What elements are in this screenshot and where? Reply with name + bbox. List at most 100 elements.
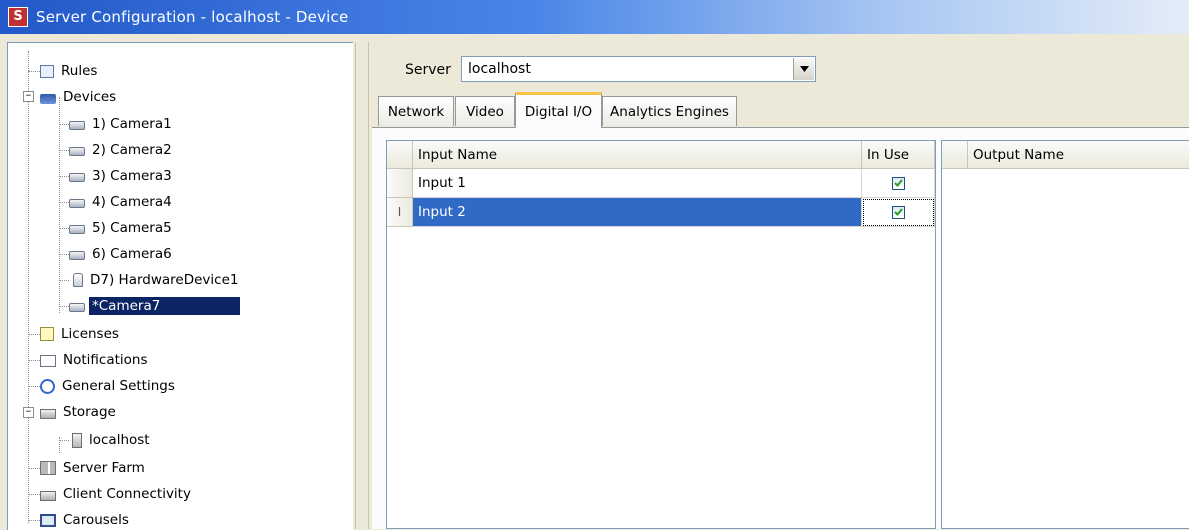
tree-item-storage[interactable]: Storage xyxy=(40,400,119,424)
input-table[interactable]: Input Name In Use Input 1 I Input 2 xyxy=(386,140,936,529)
tree-connector-line xyxy=(59,150,69,151)
tree-connector-line xyxy=(28,520,40,521)
tree-connector-line xyxy=(59,228,69,229)
camera-icon xyxy=(69,225,85,234)
column-header-input-name[interactable]: Input Name xyxy=(413,141,862,169)
tree-item-label: Notifications xyxy=(63,352,148,368)
tree-connector-line xyxy=(59,280,69,281)
column-header-output-name[interactable]: Output Name xyxy=(968,141,1189,169)
tree-item-label: Rules xyxy=(61,63,98,79)
notifications-icon xyxy=(40,355,56,367)
tree-item-rules[interactable]: Rules xyxy=(40,59,100,83)
server-select[interactable]: localhost xyxy=(461,56,816,82)
tree-connector-line xyxy=(59,124,69,125)
tree-connector-line xyxy=(28,468,40,469)
storage-icon xyxy=(40,408,56,419)
server-label: Server xyxy=(405,62,451,78)
tree-connector-line xyxy=(28,51,29,523)
tree-item-label: 5) Camera5 xyxy=(92,220,172,236)
window-title: Server Configuration - localhost - Devic… xyxy=(36,8,349,26)
tree-item-camera7[interactable]: *Camera7 xyxy=(69,294,241,318)
tree-item-camera6[interactable]: 6) Camera6 xyxy=(69,242,175,266)
tree-connector-line xyxy=(28,360,40,361)
tree-connector-line xyxy=(59,440,69,441)
tab-network[interactable]: Network xyxy=(378,96,454,126)
tree-connector-line xyxy=(59,176,69,177)
tree-item-camera2[interactable]: 2) Camera2 xyxy=(69,138,175,162)
in-use-checkbox[interactable] xyxy=(891,176,905,190)
camera-icon xyxy=(69,303,85,312)
tree-item-label: 4) Camera4 xyxy=(92,194,172,210)
tree-item-server-farm[interactable]: Server Farm xyxy=(40,456,148,480)
tree-item-notifications[interactable]: Notifications xyxy=(40,348,151,372)
row-header[interactable]: I xyxy=(387,198,413,227)
tree-item-label: Storage xyxy=(63,404,116,420)
storage-collapse-toggle[interactable]: − xyxy=(23,407,34,418)
tree-item-hardware-device1[interactable]: D7) HardwareDevice1 xyxy=(69,268,241,292)
tree-connector-line xyxy=(28,71,40,72)
tree-item-camera1[interactable]: 1) Camera1 xyxy=(69,112,175,136)
tab-analytics-engines[interactable]: Analytics Engines xyxy=(602,96,737,126)
licenses-icon xyxy=(40,327,54,341)
in-use-cell[interactable] xyxy=(862,169,935,198)
devices-collapse-toggle[interactable]: − xyxy=(23,91,34,102)
tree-item-general-settings[interactable]: General Settings xyxy=(40,374,178,398)
tree-item-devices[interactable]: Devices xyxy=(40,85,119,109)
title-bar[interactable]: S Server Configuration - localhost - Dev… xyxy=(0,0,1189,34)
camera-icon xyxy=(69,199,85,208)
panel-splitter[interactable] xyxy=(355,42,369,529)
tree-item-label: Licenses xyxy=(61,326,119,342)
tree-item-label: D7) HardwareDevice1 xyxy=(90,272,239,288)
tree-item-label: 2) Camera2 xyxy=(92,142,172,158)
output-table[interactable]: Output Name xyxy=(941,140,1189,529)
general-settings-icon xyxy=(40,378,55,394)
tree-connector-line xyxy=(59,306,69,307)
tree-item-label: General Settings xyxy=(62,378,175,394)
tree-item-label: 6) Camera6 xyxy=(92,246,172,262)
camera-icon xyxy=(69,147,85,156)
client-connectivity-icon xyxy=(40,490,56,501)
tree-item-label: Devices xyxy=(63,89,117,105)
tree-item-label: 1) Camera1 xyxy=(92,116,172,132)
chevron-down-icon[interactable] xyxy=(793,58,814,80)
table-corner-header xyxy=(387,141,413,169)
in-use-cell[interactable] xyxy=(862,198,935,227)
server-select-value: localhost xyxy=(468,61,531,77)
camera-icon xyxy=(69,121,85,130)
tree-item-camera4[interactable]: 4) Camera4 xyxy=(69,190,175,214)
tree-item-licenses[interactable]: Licenses xyxy=(40,322,122,346)
tree-item-storage-localhost[interactable]: localhost xyxy=(69,428,153,452)
navigation-tree[interactable]: − − Rules Devices 1) Camera1 2) Camera2 … xyxy=(7,42,353,530)
tree-item-client-connectivity[interactable]: Client Connectivity xyxy=(40,482,194,506)
camera-icon xyxy=(69,251,85,260)
tree-connector-line xyxy=(28,334,40,335)
tree-connector-line xyxy=(59,254,69,255)
tab-video[interactable]: Video xyxy=(455,96,515,126)
camera-icon xyxy=(69,173,85,182)
tree-item-label: *Camera7 xyxy=(89,297,241,315)
tab-digital-io[interactable]: Digital I/O xyxy=(515,92,602,128)
tree-item-camera5[interactable]: 5) Camera5 xyxy=(69,216,175,240)
tree-connector-line xyxy=(59,202,69,203)
hardware-device-icon xyxy=(73,273,83,287)
tree-item-label: 3) Camera3 xyxy=(92,168,172,184)
app-logo-icon: S xyxy=(8,7,28,27)
tree-item-camera3[interactable]: 3) Camera3 xyxy=(69,164,175,188)
tree-item-carousels[interactable]: Carousels xyxy=(40,508,132,530)
rules-icon xyxy=(40,64,54,78)
server-farm-icon xyxy=(40,461,56,475)
row-header[interactable] xyxy=(387,169,413,198)
input-name-cell[interactable]: Input 1 xyxy=(413,169,862,198)
tree-connector-line xyxy=(28,494,40,495)
table-corner-header xyxy=(942,141,968,169)
column-header-in-use[interactable]: In Use xyxy=(862,141,935,169)
input-name-cell[interactable]: Input 2 xyxy=(413,198,862,227)
tree-item-label: Server Farm xyxy=(63,460,145,476)
tree-item-label: localhost xyxy=(89,432,150,448)
tree-item-label: Client Connectivity xyxy=(63,486,191,502)
in-use-checkbox[interactable] xyxy=(891,205,905,219)
server-icon xyxy=(72,432,82,448)
tree-item-label: Carousels xyxy=(63,512,129,528)
devices-icon xyxy=(40,93,56,104)
tree-connector-line xyxy=(28,386,40,387)
